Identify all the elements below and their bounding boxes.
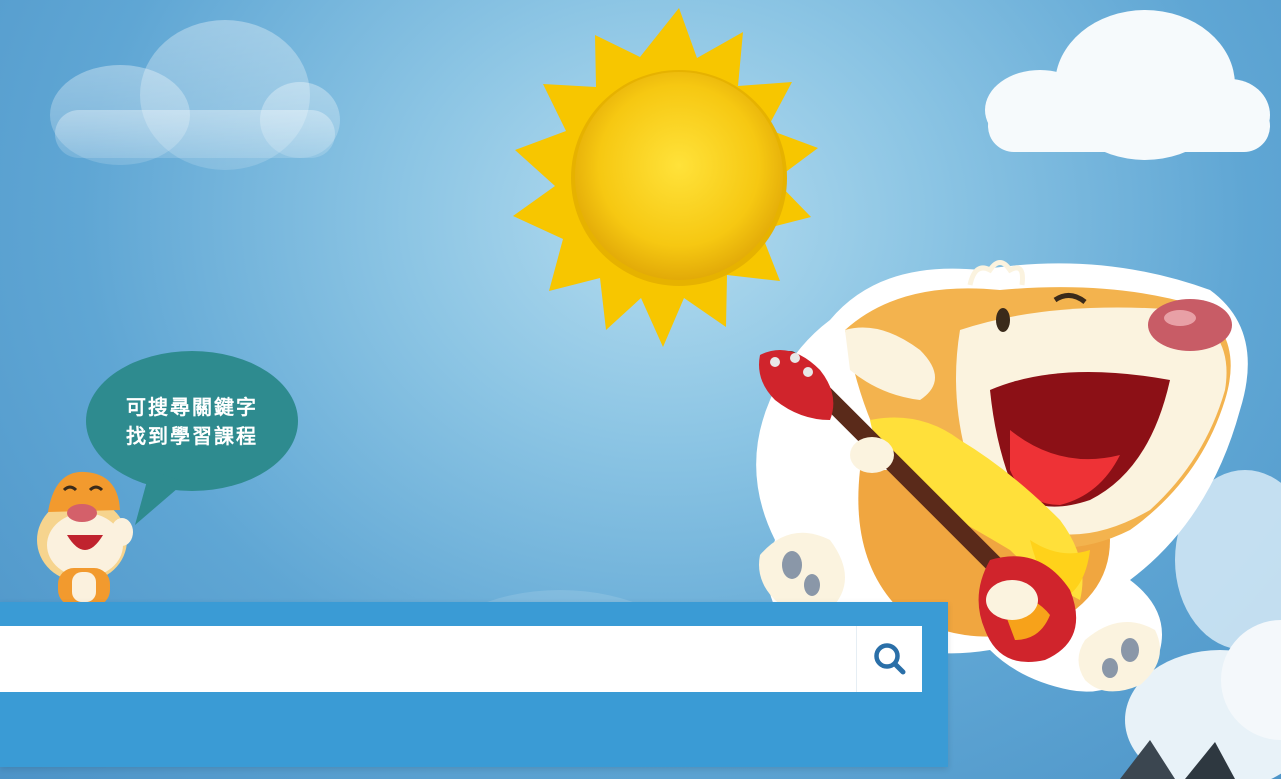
faint-cloud [50, 20, 340, 170]
search-hint-line-2: 找到學習課程 [126, 424, 258, 448]
search-hint-text: 可搜尋關鍵字 找到學習課程 [106, 393, 278, 451]
search-hint-line-1: 可搜尋關鍵字 [126, 395, 258, 419]
search-bar [0, 626, 922, 692]
sun-illustration [513, 8, 818, 347]
white-cloud [985, 10, 1270, 160]
search-icon [873, 643, 905, 675]
small-mascot [37, 471, 133, 606]
search-input[interactable] [0, 626, 856, 692]
search-button[interactable] [856, 626, 922, 692]
